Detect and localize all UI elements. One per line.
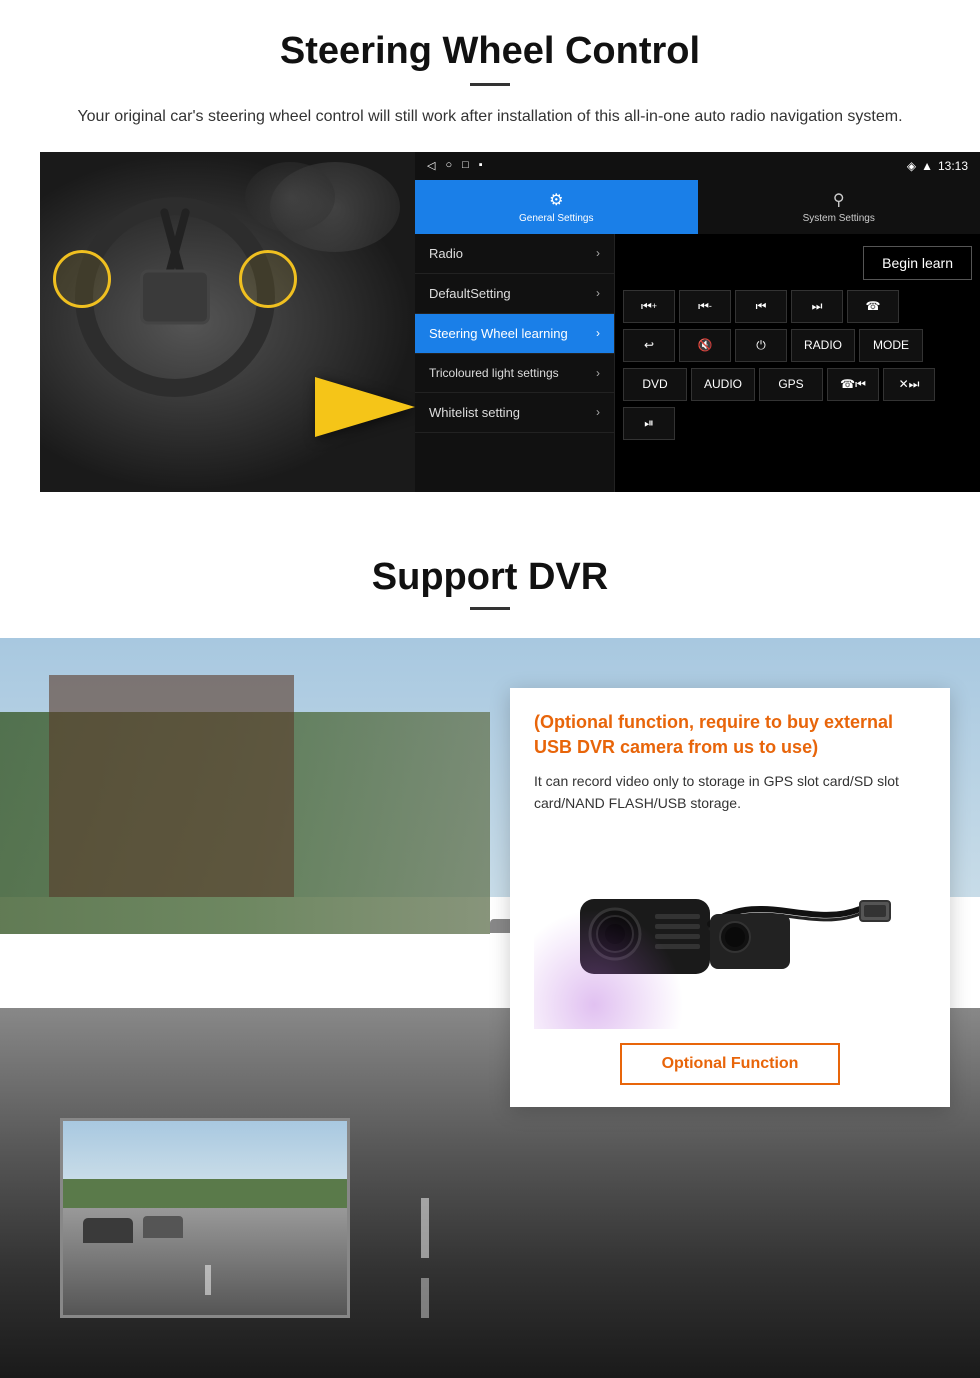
media-button[interactable]: ⏯ — [623, 407, 675, 440]
radio-label: Radio — [429, 246, 463, 261]
prev-button[interactable]: ⏮ — [735, 290, 787, 323]
skip-next-button[interactable]: ✕⏭ — [883, 368, 935, 401]
dvr-camera-illustration — [534, 829, 926, 1029]
settings-item-steering[interactable]: Steering Wheel learning › — [415, 314, 614, 354]
menu-icon: ▪ — [479, 159, 483, 172]
power-button[interactable]: ⏻ — [735, 329, 787, 362]
subtitle-text: Your original car's steering wheel contr… — [70, 104, 910, 130]
gear-icon: ⚙ — [549, 190, 563, 210]
begin-learn-row: Begin learn — [623, 242, 972, 284]
settings-list: Radio › DefaultSetting › Steering Wheel … — [415, 234, 615, 492]
tab-system-label: System Settings — [803, 213, 875, 224]
steering-label: Steering Wheel learning — [429, 326, 568, 341]
chevron-right-icon: › — [596, 246, 600, 260]
demo-wrapper: ◁ ○ □ ▪ ◈ ▲ 13:13 ⚙ General Settings — [40, 152, 980, 492]
vol-down-button[interactable]: ⏮- — [679, 290, 731, 323]
back-icon: ◁ — [427, 159, 435, 172]
nav-icons: ◁ ○ □ ▪ — [427, 159, 483, 172]
highlight-right — [239, 250, 297, 308]
chevron-right-icon4: › — [596, 366, 600, 380]
settings-item-radio[interactable]: Radio › — [415, 234, 614, 274]
arrow-indicator — [315, 377, 415, 437]
dvd-button[interactable]: DVD — [623, 368, 687, 401]
wifi-icon: ▲ — [921, 159, 933, 173]
thumb-car1 — [83, 1218, 133, 1243]
gps-button[interactable]: GPS — [759, 368, 823, 401]
road-line1 — [421, 1198, 429, 1258]
wheel-ring — [75, 197, 275, 397]
gauge-bg2 — [245, 162, 335, 232]
location-icon: ◈ — [907, 159, 916, 173]
optional-function-button[interactable]: Optional Function — [620, 1043, 841, 1085]
android-ui-panel: ◁ ○ □ ▪ ◈ ▲ 13:13 ⚙ General Settings — [415, 152, 980, 492]
tab-system-settings[interactable]: ⚲ System Settings — [698, 180, 980, 234]
dvr-title-divider — [470, 607, 510, 610]
support-dvr-section: Support DVR — [0, 532, 980, 1378]
settings-item-tricolour[interactable]: Tricoloured light settings › — [415, 354, 614, 393]
settings-area: Radio › DefaultSetting › Steering Wheel … — [415, 234, 980, 492]
audio-button[interactable]: AUDIO — [691, 368, 755, 401]
ctrl-row-2: ↩ 🔇 ⏻ RADIO MODE — [623, 329, 972, 362]
light-glow — [534, 909, 684, 1029]
steering-wheel-image — [40, 152, 415, 492]
settings-content: Begin learn ⏮+ ⏮- ⏮ ⏭ ☎ ↩ 🔇 ⏻ — [615, 234, 980, 492]
dvr-thumbnail — [60, 1118, 350, 1318]
optional-title: (Optional function, require to buy exter… — [534, 710, 926, 760]
dvr-background: (Optional function, require to buy exter… — [0, 638, 980, 1378]
thumb-road-area — [63, 1208, 347, 1315]
scene-buildings2 — [49, 675, 294, 897]
dvr-title: Support DVR — [40, 556, 940, 599]
chevron-right-icon2: › — [596, 286, 600, 300]
title-divider — [470, 83, 510, 86]
phone-button[interactable]: ☎ — [847, 290, 899, 323]
road-line2 — [421, 1278, 429, 1318]
settings-item-default[interactable]: DefaultSetting › — [415, 274, 614, 314]
chevron-right-icon3: › — [596, 326, 600, 340]
home-icon: ○ — [445, 159, 452, 172]
highlight-left — [53, 250, 111, 308]
status-icons: ◈ ▲ 13:13 — [907, 159, 968, 173]
vol-up-button[interactable]: ⏮+ — [623, 290, 675, 323]
tab-general-settings[interactable]: ⚙ General Settings — [415, 180, 698, 234]
dvr-info-card: (Optional function, require to buy exter… — [510, 688, 950, 1107]
tab-general-label: General Settings — [519, 213, 594, 224]
next-button[interactable]: ⏭ — [791, 290, 843, 323]
begin-learn-button[interactable]: Begin learn — [863, 246, 972, 280]
ctrl-row-1: ⏮+ ⏮- ⏮ ⏭ ☎ — [623, 290, 972, 323]
chevron-right-icon5: › — [596, 405, 600, 419]
thumb-sky — [63, 1121, 347, 1179]
settings-item-whitelist[interactable]: Whitelist setting › — [415, 393, 614, 433]
thumb-road-line — [205, 1265, 211, 1295]
optional-btn-row: Optional Function — [534, 1043, 926, 1085]
phone-prev-button[interactable]: ☎⏮ — [827, 368, 879, 401]
page-title: Steering Wheel Control — [40, 30, 940, 73]
thumb-buildings — [63, 1179, 347, 1208]
whitelist-label: Whitelist setting — [429, 405, 520, 420]
section2-header: Support DVR — [0, 532, 980, 638]
hangup-button[interactable]: ↩ — [623, 329, 675, 362]
dvr-description: It can record video only to storage in G… — [534, 770, 926, 815]
mode-button[interactable]: MODE — [859, 329, 923, 362]
mute-button[interactable]: 🔇 — [679, 329, 731, 362]
ctrl-row-4: ⏯ — [623, 407, 972, 440]
steering-wheel-section: Steering Wheel Control Your original car… — [0, 0, 980, 512]
default-label: DefaultSetting — [429, 286, 511, 301]
system-icon: ⚲ — [833, 190, 845, 210]
settings-tabs: ⚙ General Settings ⚲ System Settings — [415, 180, 980, 234]
dvr-scene: (Optional function, require to buy exter… — [0, 638, 980, 1378]
recents-icon: □ — [462, 159, 469, 172]
thumb-car2 — [143, 1216, 183, 1238]
radio-mode-button[interactable]: RADIO — [791, 329, 855, 362]
tricolour-label: Tricoloured light settings — [429, 366, 559, 380]
status-bar: ◁ ○ □ ▪ ◈ ▲ 13:13 — [415, 152, 980, 180]
clock: 13:13 — [938, 159, 968, 173]
wheel-hub — [140, 269, 210, 324]
ctrl-row-3: DVD AUDIO GPS ☎⏮ ✕⏭ — [623, 368, 972, 401]
